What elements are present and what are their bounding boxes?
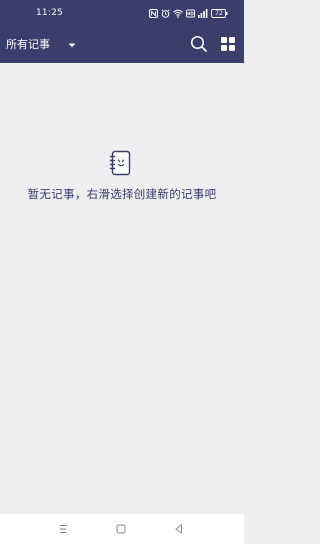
menu-icon[interactable] (56, 522, 70, 536)
alarm-icon (161, 8, 170, 18)
status-time: 11:25 (36, 8, 63, 18)
search-icon[interactable] (190, 35, 208, 53)
notebook-smile-icon (109, 150, 131, 176)
empty-state-message: 暂无记事，右滑选择创建新的记事吧 (27, 187, 217, 201)
grid-view-icon[interactable] (220, 36, 236, 52)
status-icons: 72 (149, 8, 228, 18)
battery-level: 72 (215, 9, 223, 17)
notes-list-area[interactable]: 暂无记事，右滑选择创建新的记事吧 (0, 63, 244, 514)
battery-icon: 72 (211, 8, 228, 18)
wifi-icon (173, 9, 183, 18)
app-bar: 所有记事 (0, 27, 244, 63)
nfc-icon (149, 8, 158, 18)
back-icon[interactable] (172, 522, 186, 536)
filter-label: 所有记事 (6, 38, 50, 51)
filter-dropdown[interactable]: 所有记事 (6, 37, 76, 53)
status-bar: 11:25 72 (0, 0, 244, 27)
home-icon[interactable] (114, 522, 128, 536)
hd-icon (186, 9, 195, 18)
signal-icon (198, 8, 208, 18)
navigation-bar (0, 514, 244, 544)
chevron-down-icon (68, 43, 76, 47)
